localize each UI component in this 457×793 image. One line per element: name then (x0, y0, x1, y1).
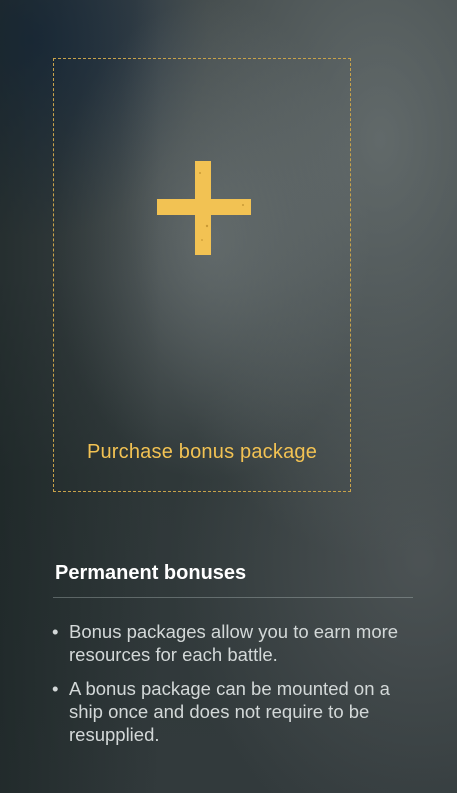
section-divider (53, 597, 413, 598)
list-item: • A bonus package can be mounted on a sh… (52, 677, 422, 746)
list-item-text: A bonus package can be mounted on a ship… (69, 678, 390, 745)
list-item: • Bonus packages allow you to earn more … (52, 620, 422, 666)
purchase-bonus-package-label: Purchase bonus package (86, 441, 318, 463)
bonus-info-list: • Bonus packages allow you to earn more … (52, 620, 422, 757)
bullet-icon: • (52, 621, 59, 642)
plus-icon (157, 161, 251, 255)
purchase-bonus-package-slot[interactable]: Purchase bonus package (53, 58, 351, 492)
list-item-text: Bonus packages allow you to earn more re… (69, 621, 399, 665)
bullet-icon: • (52, 678, 59, 699)
permanent-bonuses-title: Permanent bonuses (55, 562, 247, 584)
